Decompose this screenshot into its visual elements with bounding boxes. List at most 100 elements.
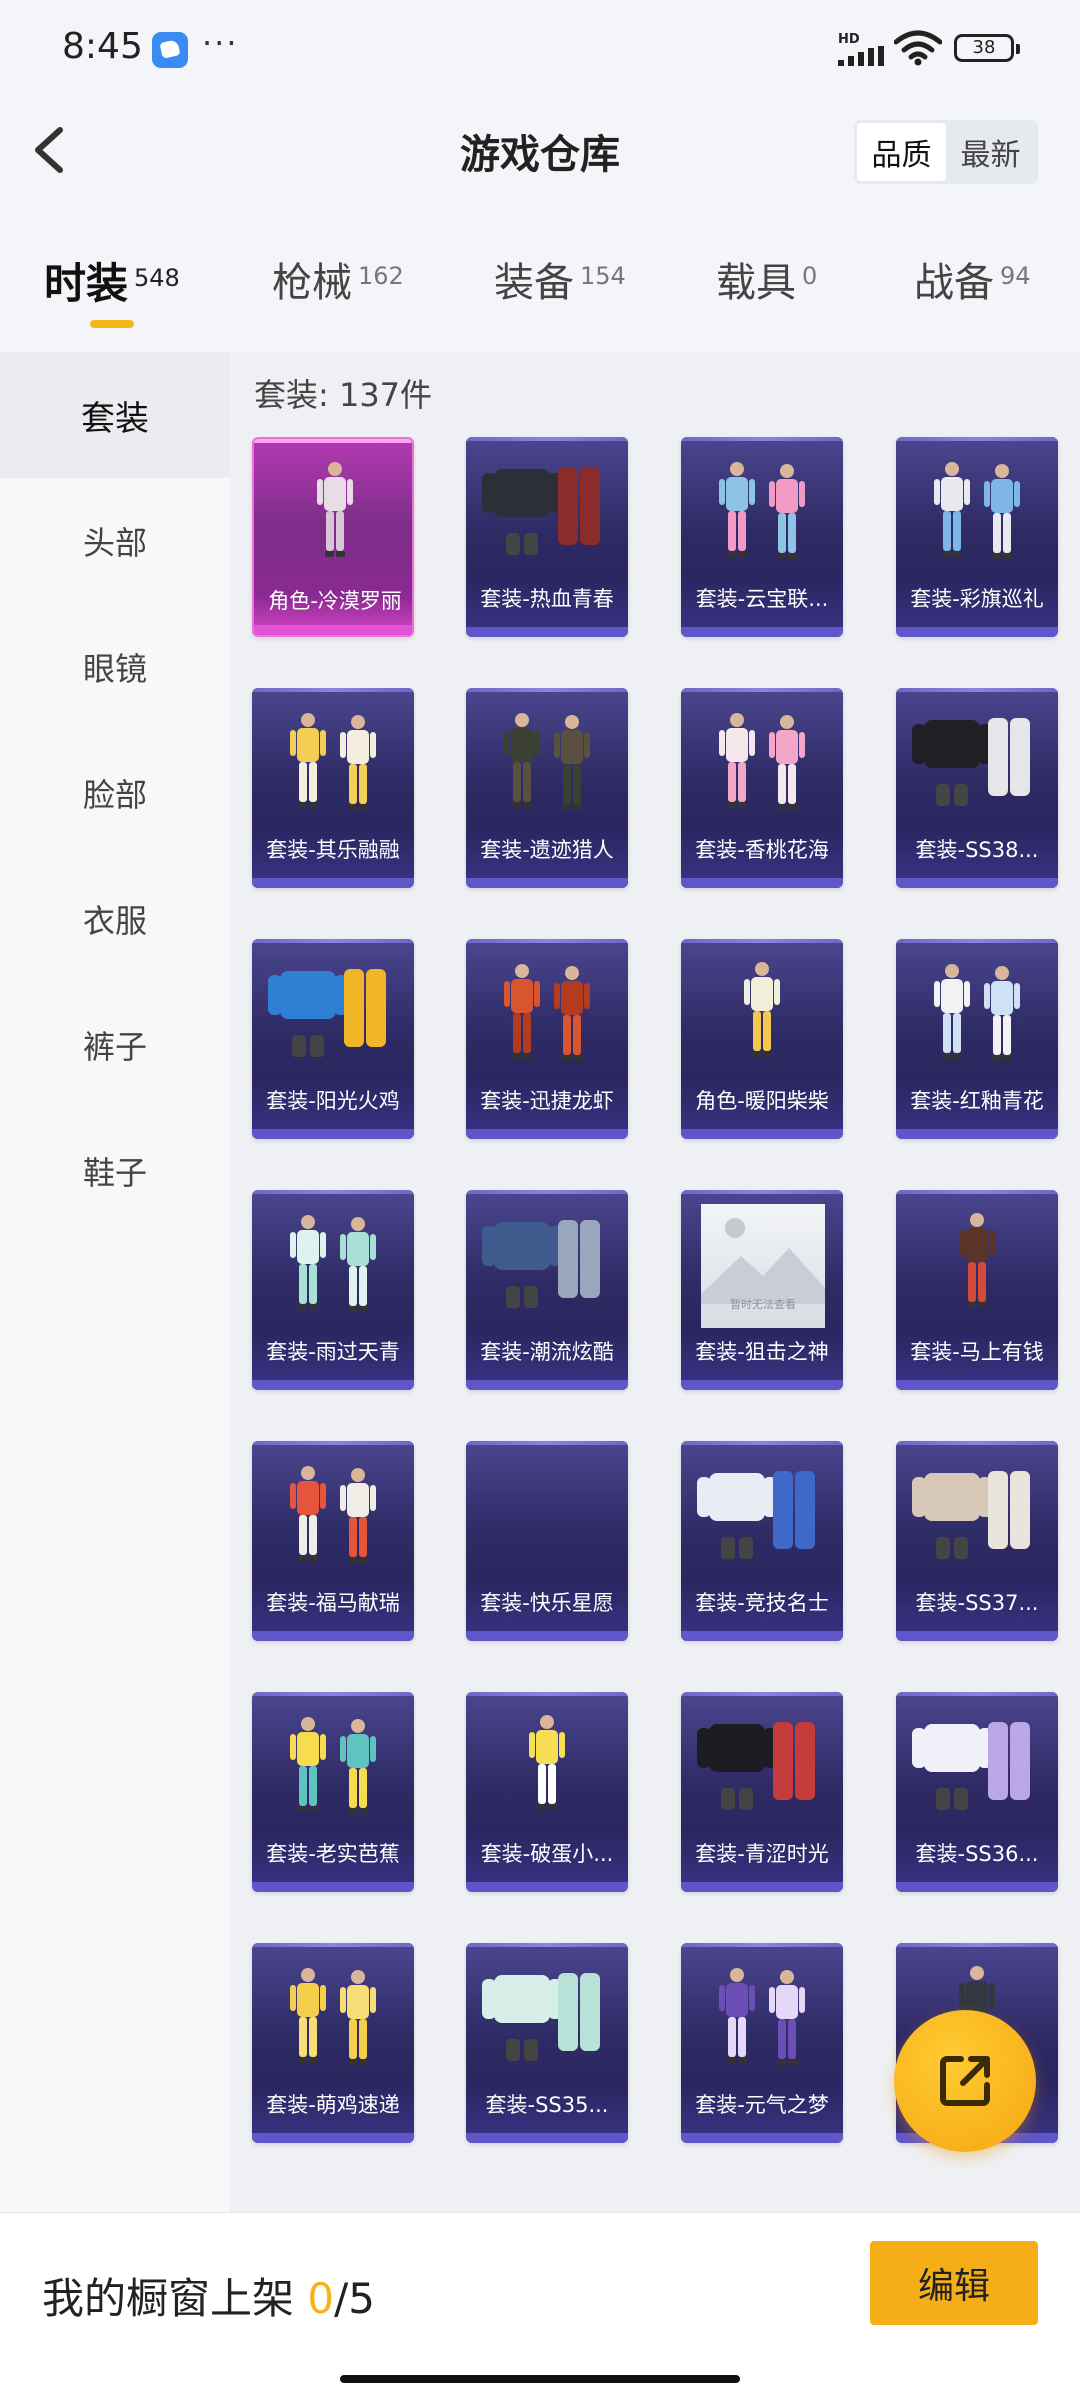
item-card[interactable]: 套装-热血青春 <box>466 437 628 637</box>
item-card[interactable]: 套装-萌鸡速递 <box>252 1943 414 2143</box>
item-card[interactable]: 套装-SS36... <box>896 1692 1058 1892</box>
tab-label: 装备 <box>494 260 574 306</box>
item-card[interactable]: 套装-SS38... <box>896 688 1058 888</box>
item-label: 套装-遗迹猎人 <box>480 838 614 862</box>
item-count-label: 套装: 137件 <box>254 376 433 414</box>
item-card[interactable]: 套装-遗迹猎人 <box>466 688 628 888</box>
sidebar-item-pants[interactable]: 裤子 <box>0 982 230 1108</box>
item-card[interactable]: 套装-青涩时光 <box>681 1692 843 1892</box>
item-grid-panel: 套装: 137件 角色-冷漠罗丽 套装-热血青春 套装-云宝联... 套装-彩旗巡礼套… <box>230 352 1080 2212</box>
item-card[interactable]: 套装-云宝联... <box>681 437 843 637</box>
sidebar-item-glasses[interactable]: 眼镜 <box>0 604 230 730</box>
item-figure <box>719 713 805 810</box>
tab-count: 162 <box>358 262 404 290</box>
item-card[interactable]: 套装-雨过天青 <box>252 1190 414 1390</box>
item-figure <box>959 1213 995 1308</box>
tab-count: 0 <box>802 262 818 290</box>
item-card[interactable]: 套装-SS37... <box>896 1441 1058 1641</box>
item-label: 套装-雨过天青 <box>266 1340 400 1364</box>
item-figure <box>268 969 386 1057</box>
sidebar-item-face[interactable]: 脸部 <box>0 730 230 856</box>
item-figure <box>290 1717 376 1814</box>
item-card[interactable]: 套装-彩旗巡礼 <box>896 437 1058 637</box>
item-figure <box>697 1471 815 1559</box>
tab-supplies[interactable]: 战备 94 <box>914 250 1031 308</box>
chevron-left-icon <box>35 127 63 173</box>
item-figure <box>290 713 376 810</box>
item-label: 套装-SS37... <box>915 1591 1039 1615</box>
item-figure <box>934 462 1020 559</box>
image-placeholder: 暂时无法查看 <box>701 1204 825 1328</box>
image-placeholder-icon <box>701 1218 825 1304</box>
sort-by-quality[interactable]: 品质 <box>857 123 946 181</box>
home-indicator <box>340 2375 740 2383</box>
item-figure <box>912 1471 1030 1559</box>
tab-fashion[interactable]: 时装 548 <box>44 250 180 311</box>
item-card[interactable]: 套装-红釉青花 <box>896 939 1058 1139</box>
item-label: 套装-SS38... <box>915 838 1039 862</box>
image-placeholder-text: 暂时无法查看 <box>730 1298 796 1311</box>
showcase-current-count: 0 <box>307 2274 335 2323</box>
tab-vehicles[interactable]: 载具 0 <box>716 250 817 308</box>
item-card[interactable]: 套装-迅捷龙虾 <box>466 939 628 1139</box>
item-card[interactable]: 套装-马上有钱 <box>896 1190 1058 1390</box>
network-type-label: HD <box>838 32 860 47</box>
item-label: 套装-潮流炫酷 <box>480 1340 614 1364</box>
item-figure <box>934 964 1020 1061</box>
item-label: 套装-SS35... <box>485 2093 609 2117</box>
item-label: 套装-阳光火鸡 <box>266 1089 400 1113</box>
item-card[interactable]: 套装-元气之梦 <box>681 1943 843 2143</box>
app-notification-icon <box>152 32 188 68</box>
item-figure <box>504 713 590 810</box>
item-card[interactable]: 角色-暖阳柴柴 <box>681 939 843 1139</box>
item-label: 套装-云宝联... <box>695 587 829 611</box>
item-card[interactable]: 暂时无法查看套装-狙击之神 <box>681 1190 843 1390</box>
item-card[interactable]: 套装-其乐融融 <box>252 688 414 888</box>
item-label: 套装-快乐星愿 <box>480 1591 614 1615</box>
showcase-total: /5 <box>334 2274 375 2323</box>
item-card[interactable]: 套装-SS35... <box>466 1943 628 2143</box>
sidebar: 套装 头部 眼镜 脸部 衣服 裤子 鞋子 <box>0 352 230 2212</box>
showcase-status: 我的橱窗上架 0/5 <box>42 2265 375 2326</box>
tab-label: 载具 <box>716 260 796 306</box>
item-label: 套装-竞技名士 <box>695 1591 829 1615</box>
tab-firearms[interactable]: 枪械 162 <box>272 250 404 308</box>
item-label: 套装-狙击之神 <box>695 1340 829 1364</box>
battery-icon: 38 <box>954 34 1020 62</box>
item-figure <box>482 467 600 555</box>
item-card[interactable]: 套装-竞技名士 <box>681 1441 843 1641</box>
status-bar: 8:45 ··· HD 38 <box>0 0 1080 96</box>
item-card[interactable]: 套装-破蛋小... <box>466 1692 628 1892</box>
item-label: 套装-青涩时光 <box>695 1842 829 1866</box>
item-card[interactable]: 套装-阳光火鸡 <box>252 939 414 1139</box>
status-more-icon: ··· <box>202 24 239 62</box>
item-figure <box>529 1715 565 1810</box>
sidebar-item-shoes[interactable]: 鞋子 <box>0 1108 230 1234</box>
sidebar-item-sets[interactable]: 套装 <box>0 352 230 478</box>
item-card[interactable]: 套装-潮流炫酷 <box>466 1190 628 1390</box>
item-figure <box>290 1968 376 2065</box>
category-tabs: 时装 548 枪械 162 装备 154 载具 0 战备 94 <box>0 250 1080 340</box>
sidebar-item-head[interactable]: 头部 <box>0 478 230 604</box>
sidebar-item-clothes[interactable]: 衣服 <box>0 856 230 982</box>
item-label: 套装-SS36... <box>915 1842 1039 1866</box>
tab-equipment[interactable]: 装备 154 <box>494 250 626 308</box>
item-label: 套装-马上有钱 <box>910 1340 1044 1364</box>
item-label: 套装-红釉青花 <box>910 1089 1044 1113</box>
tab-label: 战备 <box>914 260 994 306</box>
item-card[interactable]: 套装-老实芭蕉 <box>252 1692 414 1892</box>
item-card[interactable]: 套装-香桃花海 <box>681 688 843 888</box>
item-figure <box>744 962 780 1057</box>
back-button[interactable] <box>22 120 82 180</box>
share-button[interactable] <box>894 2010 1036 2152</box>
item-card[interactable]: 套装-快乐星愿 <box>466 1441 628 1641</box>
share-external-icon <box>940 2056 990 2106</box>
active-tab-indicator <box>90 320 134 328</box>
item-label: 套装-破蛋小... <box>480 1842 614 1866</box>
tab-label: 时装 <box>44 259 129 308</box>
edit-button[interactable]: 编辑 <box>870 2241 1038 2325</box>
item-card[interactable]: 角色-冷漠罗丽 <box>252 437 414 637</box>
item-card[interactable]: 套装-福马献瑞 <box>252 1441 414 1641</box>
tab-count: 94 <box>1000 262 1031 290</box>
sort-by-newest[interactable]: 最新 <box>946 123 1035 181</box>
